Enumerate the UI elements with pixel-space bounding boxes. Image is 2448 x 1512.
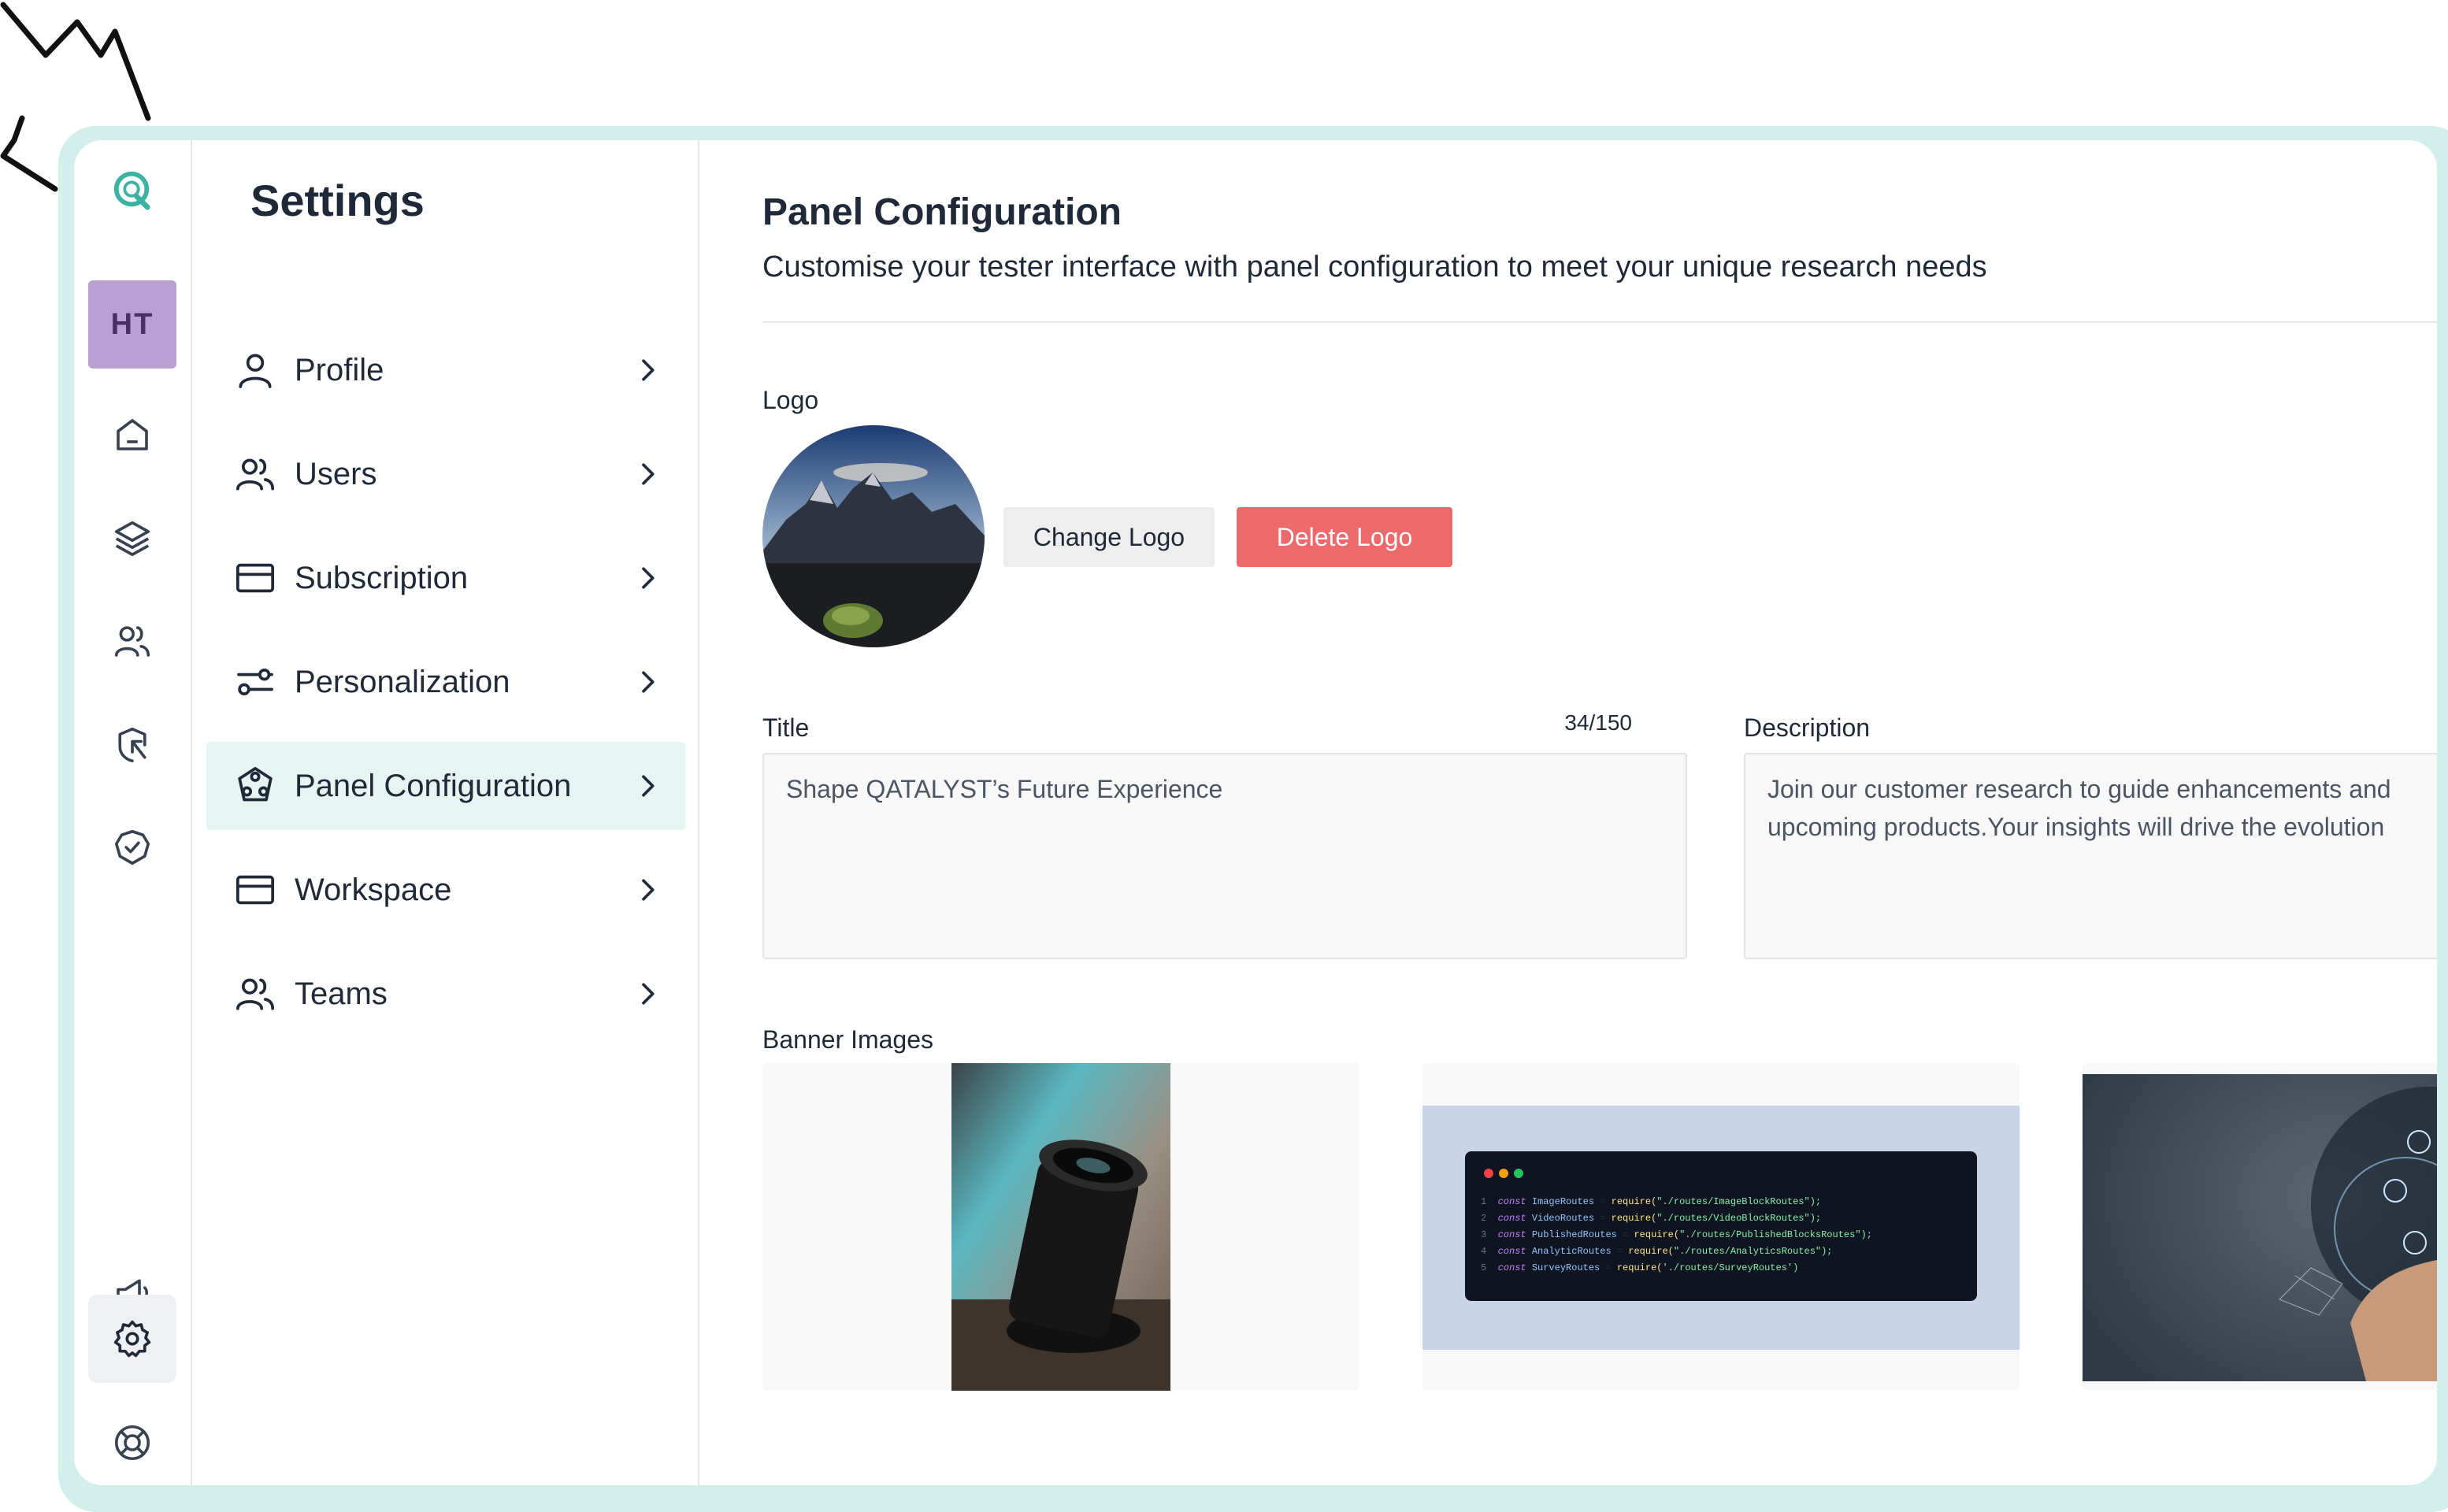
code-line-number: 2 [1481,1213,1487,1224]
code-path: "./routes/VideoBlockRoutes"); [1656,1213,1822,1224]
gear-icon[interactable] [88,1295,176,1383]
code-line-number: 5 [1481,1262,1487,1273]
menu-item-label: Profile [295,352,384,387]
menu-item-profile[interactable]: Profile [206,326,685,414]
avatar[interactable]: HT [88,280,176,369]
code-line-number: 3 [1481,1229,1487,1240]
panel-icon [238,766,273,802]
banner-image-2[interactable]: 1 const ImageRoutes = require("./routes/… [1422,1063,2020,1391]
code-path: "./routes/ImageBlockRoutes"); [1656,1196,1822,1207]
sliders-icon [237,668,273,696]
credit-card-icon [236,563,275,593]
code-line-number: 4 [1481,1246,1487,1257]
app-logo-icon[interactable] [88,146,176,235]
code-require: require( [1628,1246,1674,1257]
icon-rail: HT [74,140,192,1485]
description-line: Join our customer research to guide enha… [1767,775,2391,803]
menu-item-subscription[interactable]: Subscription [206,534,685,622]
chevron-right-icon [642,983,655,1005]
menu-item-personalization[interactable]: Personalization [206,638,685,726]
code-require: require( [1611,1196,1657,1207]
users-icon[interactable] [88,597,176,685]
code-require: require( [1611,1213,1657,1224]
title-label: Title [762,713,810,742]
code-name: VideoRoutes [1531,1213,1595,1224]
title-field[interactable]: Shape QATALYST’s Future Experience [762,753,1687,959]
title-field-value: Shape QATALYST’s Future Experience [786,775,1223,803]
code-keyword: const [1497,1213,1526,1224]
lifebuoy-icon[interactable] [88,1399,176,1485]
code-line: 3 const PublishedRoutes = require("./rou… [1481,1229,1872,1240]
code-name: SurveyRoutes [1531,1262,1600,1273]
banner-image-3[interactable] [2083,1063,2437,1391]
chevron-right-icon [642,359,655,381]
logo-label: Logo [762,386,819,414]
menu-item-label: Subscription [295,560,469,595]
menu-item-workspace[interactable]: Workspace [206,846,685,934]
code-keyword: const [1497,1262,1526,1273]
code-path: "./routes/PublishedBlocksRoutes"); [1679,1229,1872,1240]
menu-item-users[interactable]: Users [206,430,685,518]
code-line: 1 const ImageRoutes = require("./routes/… [1481,1196,1822,1207]
menu-item-label: Panel Configuration [295,768,572,803]
code-line: 2 const VideoRoutes = require("./routes/… [1481,1213,1822,1224]
code-name: PublishedRoutes [1531,1229,1617,1240]
chevron-right-icon [642,567,655,589]
menu-item-label: Personalization [295,664,510,699]
menu-item-label: Users [295,456,377,491]
banner-images-label: Banner Images [762,1025,934,1054]
logo-image [762,425,985,647]
code-keyword: const [1497,1229,1526,1240]
main-content: Panel Configuration Customise your teste… [699,140,2437,1485]
chevron-right-icon [642,671,655,693]
users-icon [236,458,275,491]
page-title: Panel Configuration [762,191,1122,233]
code-line: 4 const AnalyticRoutes = require("./rout… [1481,1246,1833,1257]
page-subtitle: Customise your tester interface with pan… [762,250,1987,284]
description-line: upcoming products.Your insights will dri… [1767,813,2385,841]
chevron-right-icon [642,879,655,901]
code-keyword: const [1497,1246,1526,1257]
check-badge-icon[interactable] [88,803,176,891]
code-path: './routes/SurveyRoutes') [1662,1262,1799,1273]
code-line: 5 const SurveyRoutes = require('./routes… [1481,1262,1799,1273]
code-require: require( [1634,1229,1680,1240]
code-require: require( [1616,1262,1663,1273]
menu-item-label: Workspace [295,872,452,907]
code-path: "./routes/AnalyticsRoutes"); [1673,1246,1833,1257]
menu-item-panel-configuration[interactable]: Panel Configuration [206,742,685,830]
menu-item-teams[interactable]: Teams [206,950,685,1038]
settings-menu: Settings Profile Users Subscription Pers… [191,140,699,1485]
user-icon [239,354,272,388]
chevron-right-icon [642,775,655,797]
cursor-click-icon[interactable] [88,701,176,789]
change-logo-button[interactable]: Change Logo [1003,507,1215,567]
description-field[interactable]: Join our customer research to guide enha… [1744,753,2437,959]
description-label: Description [1744,713,1871,742]
menu-item-label: Teams [295,976,388,1011]
users-icon [236,978,275,1010]
code-snippet: 1 const ImageRoutes = require("./routes/… [1481,1194,1872,1277]
settings-title: Settings [250,176,425,225]
code-keyword: const [1497,1196,1526,1207]
banner-image-1[interactable] [762,1063,1359,1391]
delete-logo-button[interactable]: Delete Logo [1237,507,1452,567]
avatar-initials: HT [110,307,154,341]
layers-icon[interactable] [88,495,176,583]
divider [762,321,2437,323]
chevron-right-icon [642,463,655,485]
title-char-counter: 34/150 [1564,710,1632,735]
app-window: HT Settings Profile Users Subscription P… [74,140,2437,1485]
home-icon[interactable] [88,391,176,479]
code-name: ImageRoutes [1531,1196,1595,1207]
code-line-number: 1 [1481,1196,1487,1207]
code-name: AnalyticRoutes [1531,1246,1612,1257]
credit-card-icon [236,875,275,905]
